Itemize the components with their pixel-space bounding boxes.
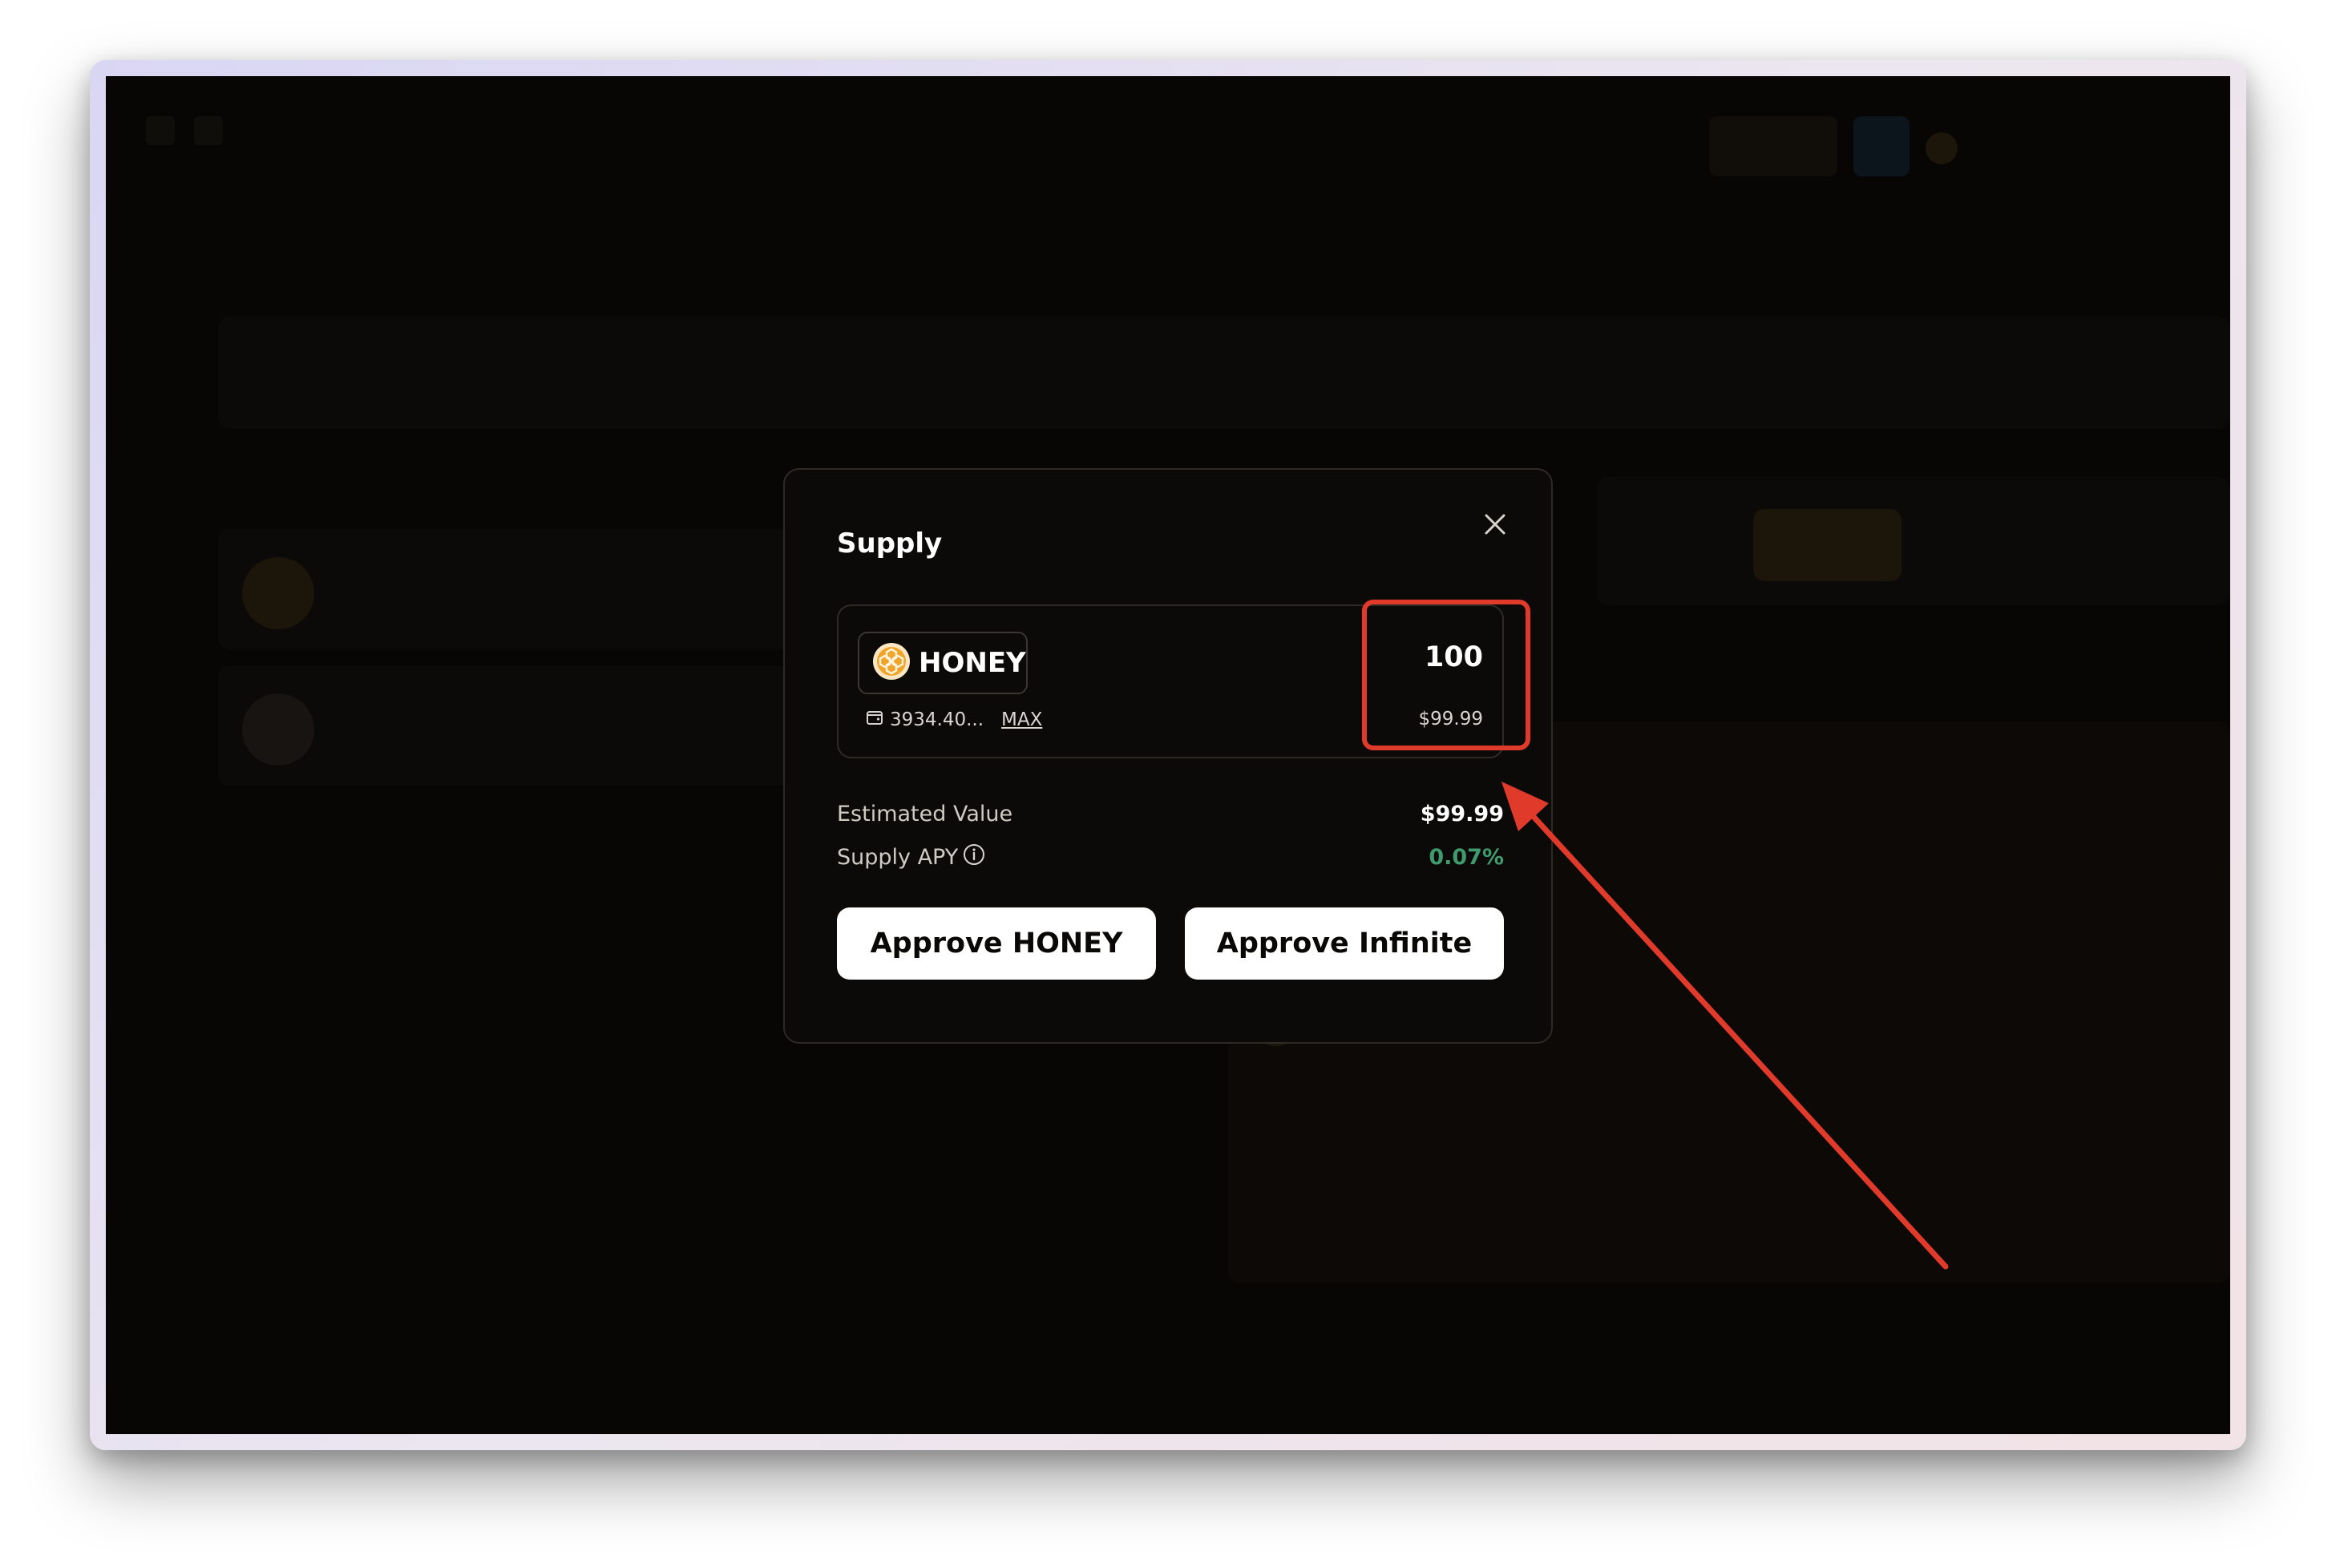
annotation-arrow (1501, 782, 1949, 1270)
